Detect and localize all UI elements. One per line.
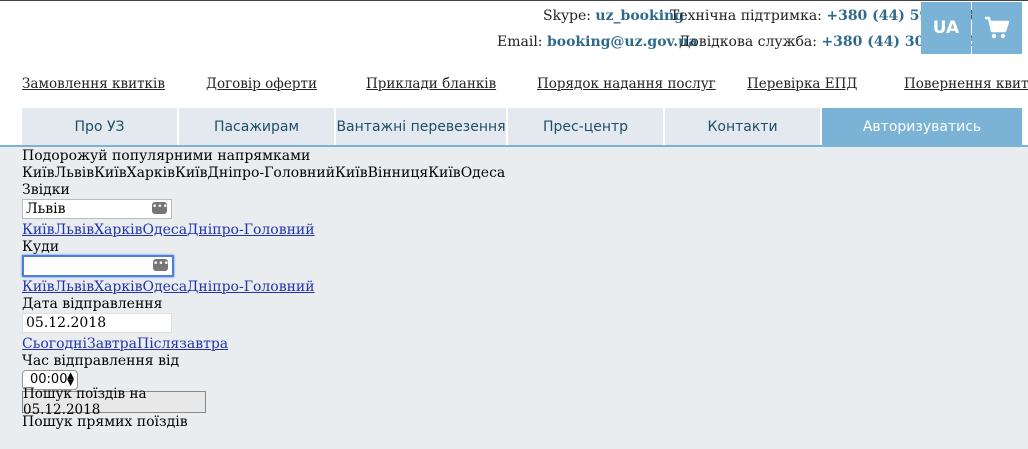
from-label: Звідки: [22, 182, 70, 198]
to-quick-lviv[interactable]: Львів: [55, 279, 95, 295]
to-quick-odesa[interactable]: Одеса: [142, 279, 187, 295]
info-label: Довідкова служба:: [679, 34, 817, 50]
search-trains-button[interactable]: Пошук поїздів на 05.12.2018: [22, 386, 206, 418]
tab-about[interactable]: Про УЗ: [22, 108, 177, 146]
from-quick-dnipro[interactable]: Дніпро-Головний: [187, 222, 315, 238]
skype-contact: Skype: uz_booking: [543, 8, 684, 24]
from-quick-kharkiv[interactable]: Харків: [94, 222, 142, 238]
from-value: Львів: [26, 201, 66, 217]
to-quick-kharkiv[interactable]: Харків: [94, 279, 142, 295]
email-label: Email:: [497, 34, 543, 50]
tab-passengers[interactable]: Пасажирам: [179, 108, 334, 146]
link-return-tickets[interactable]: Повернення квитків: [904, 76, 1028, 92]
email-contact: Email: booking@uz.gov.ua: [497, 34, 697, 50]
date-label: Дата відправлення: [22, 296, 163, 312]
to-quick-links: КиївЛьвівХарківОдесаДніпро-Головний: [22, 279, 315, 295]
language-button[interactable]: UA: [921, 2, 971, 54]
popular-routes: КиївЛьвівКиївХарківКиївДніпро-ГоловнийКи…: [22, 165, 506, 181]
link-form-examples[interactable]: Приклади бланків: [366, 76, 496, 92]
link-check-epd[interactable]: Перевірка ЕПД: [747, 76, 857, 92]
date-today[interactable]: Сьогодні: [22, 336, 87, 352]
to-input[interactable]: •••: [22, 255, 174, 277]
time-label: Час відправлення від: [22, 353, 180, 369]
link-order-tickets[interactable]: Замовлення квитків: [22, 76, 165, 92]
email-value[interactable]: booking@uz.gov.ua: [547, 34, 697, 50]
from-quick-links: КиївЛьвівХарківОдесаДніпро-Головний: [22, 222, 315, 238]
tab-contacts[interactable]: Контакти: [665, 108, 820, 146]
tab-cargo[interactable]: Вантажні перевезення: [336, 108, 506, 146]
date-day-after[interactable]: Післязавтра: [137, 336, 228, 352]
date-quick-links: СьогодніЗавтраПіслязавтра: [22, 336, 228, 352]
to-quick-kyiv[interactable]: Київ: [22, 279, 55, 295]
from-quick-lviv[interactable]: Львів: [55, 222, 95, 238]
tab-press[interactable]: Прес-центр: [508, 108, 663, 146]
popular-label: Подорожуй популярними напрямками: [22, 148, 311, 164]
login-button[interactable]: Авторизуватись: [822, 108, 1022, 146]
link-offer-agreement[interactable]: Договір оферти: [206, 76, 317, 92]
direct-trains-label: Пошук прямих поїздів: [22, 414, 188, 430]
stepper-arrows-icon: ▲ ▼: [67, 371, 74, 388]
link-service-order[interactable]: Порядок надання послуг: [537, 76, 716, 92]
date-value: 05.12.2018: [26, 315, 107, 331]
from-quick-odesa[interactable]: Одеса: [142, 222, 187, 238]
from-input[interactable]: Львів •••: [22, 199, 172, 219]
time-value: 00:00: [30, 372, 68, 387]
date-tomorrow[interactable]: Завтра: [87, 336, 137, 352]
autofill-icon[interactable]: •••: [153, 259, 169, 271]
skype-label: Skype:: [543, 8, 591, 24]
nav-divider: [0, 145, 1028, 147]
header: Skype: uz_booking Технічна підтримка: +3…: [0, 0, 1028, 147]
support-label: Технічна підтримка:: [670, 8, 822, 24]
from-quick-kyiv[interactable]: Київ: [22, 222, 55, 238]
autofill-icon[interactable]: •••: [152, 202, 168, 214]
date-input[interactable]: 05.12.2018: [22, 313, 172, 333]
cart-icon: [985, 16, 1010, 39]
to-label: Куди: [22, 239, 60, 255]
cart-button[interactable]: [972, 2, 1022, 54]
to-quick-dnipro[interactable]: Дніпро-Головний: [187, 279, 315, 295]
